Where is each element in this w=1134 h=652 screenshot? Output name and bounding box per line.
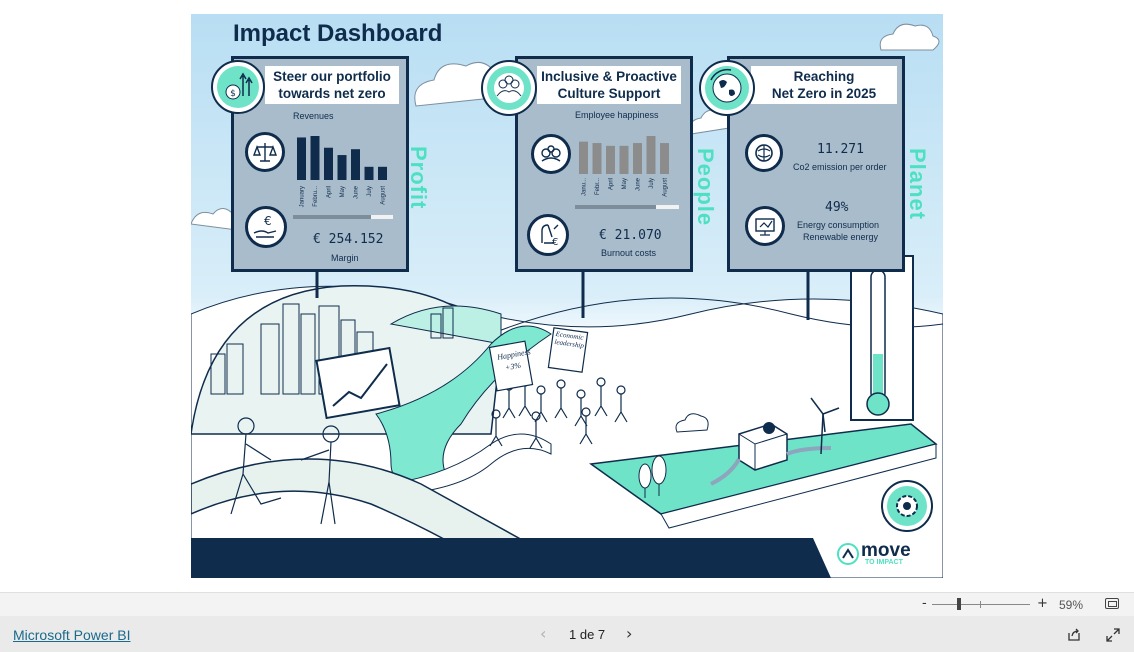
profit-panel-title: Steer our portfolio towards net zero [265, 66, 399, 104]
share-icon[interactable] [1067, 627, 1081, 641]
svg-text:€: € [552, 237, 558, 248]
revenues-month-label: April [327, 186, 333, 198]
happiness-month-label: July [649, 178, 655, 189]
scale-icon [245, 132, 285, 172]
happiness-bar-chart: Janu... Febr... April May June July August [579, 136, 669, 197]
people-group-icon [481, 60, 537, 116]
move-to-impact-logo: move TO IMPACT [837, 540, 921, 570]
happiness-month-label: Janu... [582, 178, 588, 196]
globe-icon [699, 60, 755, 116]
energy-value: 49% [825, 200, 849, 215]
power-bi-link[interactable]: Microsoft Power BI [13, 627, 130, 643]
revenues-chart-title: Revenues [293, 111, 334, 121]
revenues-bar[interactable] [337, 155, 347, 180]
zoom-in-button[interactable]: + [1037, 596, 1048, 611]
people-title-line2: Culture Support [557, 86, 661, 101]
zoom-slider[interactable] [932, 598, 1030, 610]
impact-dashboard-report: Impact Dashboard Steer our portfolio tow… [191, 14, 943, 578]
zoom-bar: - + 59% [0, 592, 1134, 617]
happiness-scrollbar[interactable] [575, 205, 679, 209]
logo-subtext: TO IMPACT [865, 559, 903, 566]
people-title-line1: Inclusive & Proactive [541, 69, 677, 84]
gear-globe-icon [881, 480, 933, 532]
happiness-month-label: Febr... [595, 178, 601, 195]
margin-value: € 254.152 [313, 232, 384, 247]
next-page-icon[interactable]: › [626, 624, 632, 643]
revenues-bar[interactable] [378, 166, 387, 180]
euro-hand-icon: € [245, 206, 287, 248]
zoom-slider-center-tick [980, 601, 981, 608]
revenues-month-label: July [367, 186, 373, 197]
report-canvas-area: Impact Dashboard Steer our portfolio tow… [0, 0, 1134, 592]
happiness-month-label: May [622, 178, 628, 189]
happiness-bar[interactable] [633, 143, 642, 174]
profit-title-line2: towards net zero [278, 86, 386, 101]
margin-label: Margin [331, 253, 359, 263]
people-panel-title: Inclusive & Proactive Culture Support [537, 66, 681, 104]
happiness-chart-title: Employee happiness [575, 110, 659, 120]
happiness-bar[interactable] [646, 136, 656, 174]
revenues-month-label: August [381, 186, 387, 205]
revenues-month-label: Febru... [313, 186, 319, 207]
zoom-level: 59% [1059, 598, 1084, 612]
zoom-slider-thumb[interactable] [956, 598, 961, 610]
happiness-month-label: April [609, 178, 615, 190]
revenues-bar[interactable] [351, 149, 360, 180]
fit-to-page-icon[interactable] [1105, 598, 1119, 609]
revenues-scrollbar[interactable] [293, 215, 393, 219]
happiness-month-label: June [636, 177, 642, 191]
burnout-value: € 21.070 [599, 228, 662, 243]
co2-value: 11.271 [817, 142, 864, 157]
svg-text:$: $ [230, 89, 236, 99]
revenues-month-label: May [340, 186, 346, 197]
page-indicator: 1 de 7 [569, 627, 606, 642]
burnout-label: Burnout costs [601, 248, 657, 258]
fullscreen-icon[interactable] [1106, 627, 1120, 642]
burnout-icon: € [527, 214, 569, 256]
co2-cloud-icon [745, 134, 783, 172]
planet-title-line2: Net Zero in 2025 [771, 86, 877, 101]
happiness-bar[interactable] [619, 145, 629, 174]
power-bi-footer: Microsoft Power BI ‹ 1 de 7 › [0, 616, 1134, 652]
planet-side-label: Planet [905, 148, 930, 221]
team-icon [531, 134, 571, 174]
happiness-bar[interactable] [606, 145, 615, 174]
zoom-out-button[interactable]: - [922, 596, 927, 611]
revenues-month-label: January [300, 186, 306, 207]
revenues-month-label: June [354, 185, 360, 199]
revenues-bar[interactable] [324, 147, 333, 180]
svg-text:€: € [264, 214, 272, 228]
previous-page-icon[interactable]: ‹ [540, 624, 546, 643]
energy-label-line1: Energy consumption [797, 220, 880, 230]
revenues-bar-chart: January Febru... April May June July August [297, 136, 387, 207]
revenues-bar[interactable] [310, 136, 320, 180]
energy-label-line2: Renewable energy [803, 232, 879, 242]
happiness-month-label: August [663, 178, 669, 197]
dashboard-title: Impact Dashboard [233, 20, 443, 47]
revenues-bar[interactable] [297, 137, 306, 180]
planet-title-line1: Reaching [793, 69, 855, 84]
profit-title-line1: Steer our portfolio [273, 69, 391, 84]
happiness-bar[interactable] [592, 143, 602, 174]
co2-label: Co2 emission per order [793, 162, 887, 172]
happiness-bar[interactable] [579, 141, 588, 174]
people-side-label: People [693, 148, 718, 227]
money-growth-icon: $ [211, 60, 265, 114]
happiness-bar[interactable] [660, 143, 669, 174]
energy-monitor-icon [745, 206, 785, 246]
planet-panel-title: Reaching Net Zero in 2025 [751, 66, 897, 104]
revenues-bar[interactable] [364, 166, 374, 180]
profit-side-label: Profit [406, 146, 431, 210]
